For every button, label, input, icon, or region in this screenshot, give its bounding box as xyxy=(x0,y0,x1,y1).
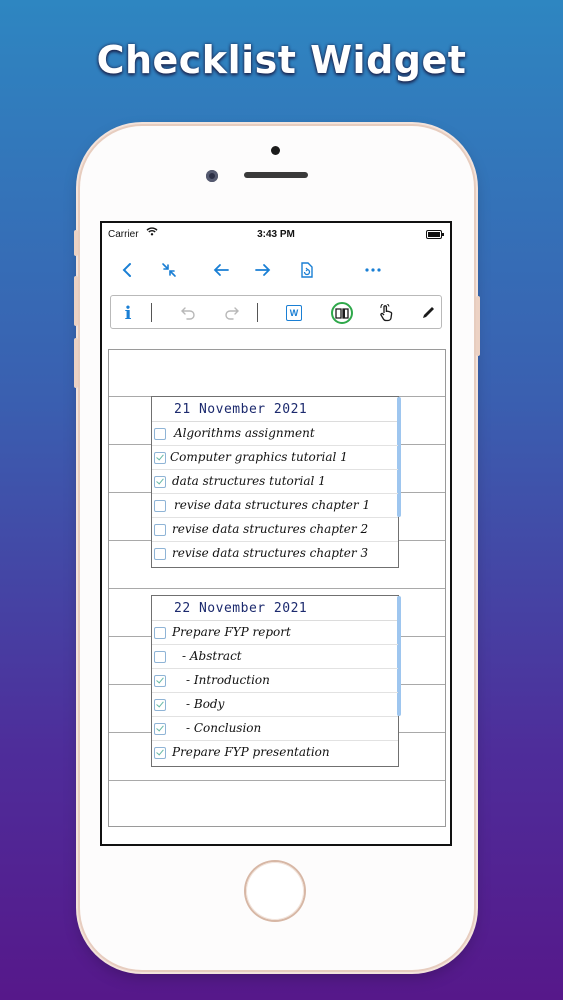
checklist-item: - Conclusion xyxy=(152,717,398,741)
checklist-item-text[interactable]: - Conclusion xyxy=(186,721,261,735)
home-button[interactable] xyxy=(246,862,304,920)
checked-checkbox[interactable] xyxy=(154,723,166,735)
arrow-right-icon[interactable] xyxy=(250,257,276,283)
checklist-item: revise data structures chapter 1 xyxy=(152,494,398,518)
notebook-page[interactable]: 21 November 2021 Algorithms assignment Co… xyxy=(108,349,446,827)
checklist-item-text[interactable]: revise data structures chapter 2 xyxy=(172,522,368,536)
checklist-item-text[interactable]: Algorithms assignment xyxy=(174,426,315,440)
checklist-item: - Abstract xyxy=(152,645,398,669)
checklist-item: Prepare FYP presentation xyxy=(152,741,398,765)
word-label: W xyxy=(286,305,302,321)
word-export-icon[interactable]: W xyxy=(281,300,307,326)
checklist-title: 21 November 2021 xyxy=(152,397,398,422)
checklist-item: Prepare FYP report xyxy=(152,621,398,645)
navigation-bar xyxy=(102,257,450,285)
hand-touch-icon[interactable] xyxy=(373,300,399,326)
checklist-item-text[interactable]: revise data structures chapter 1 xyxy=(174,498,370,512)
checklist-item-text[interactable]: revise data structures chapter 3 xyxy=(172,546,368,560)
checklist-widget[interactable]: 21 November 2021 Algorithms assignment Co… xyxy=(151,396,401,568)
mute-switch xyxy=(74,230,78,256)
checklist-item-text[interactable]: Prepare FYP presentation xyxy=(172,745,330,759)
checked-checkbox[interactable] xyxy=(154,452,166,464)
toolbar-separator xyxy=(151,303,152,322)
collapse-icon[interactable] xyxy=(156,257,182,283)
unchecked-checkbox[interactable] xyxy=(154,428,166,440)
unchecked-checkbox[interactable] xyxy=(154,548,166,560)
page-rule xyxy=(109,588,445,589)
checklist-item: data structures tutorial 1 xyxy=(152,470,398,494)
checklist-item: Computer graphics tutorial 1 xyxy=(152,446,398,470)
info-label: i xyxy=(124,302,132,324)
checklist-item-text[interactable]: Computer graphics tutorial 1 xyxy=(170,450,348,464)
proximity-sensor xyxy=(271,146,280,155)
editing-toolbar: i W xyxy=(110,295,442,329)
checklist-item-text[interactable]: - Abstract xyxy=(182,649,242,663)
screen: Carrier 3:43 PM i W 21 November 2021 Alg… xyxy=(100,221,452,846)
undo-icon[interactable] xyxy=(175,300,201,326)
document-refresh-icon[interactable] xyxy=(294,257,320,283)
unchecked-checkbox[interactable] xyxy=(154,524,166,536)
volume-down-button xyxy=(74,338,78,388)
unchecked-checkbox[interactable] xyxy=(154,651,166,663)
battery-icon xyxy=(426,230,444,239)
volume-up-button xyxy=(74,276,78,326)
unchecked-checkbox[interactable] xyxy=(154,500,166,512)
checked-checkbox[interactable] xyxy=(154,675,166,687)
toolbar-separator xyxy=(257,303,258,322)
checklist-item: revise data structures chapter 2 xyxy=(152,518,398,542)
info-icon[interactable]: i xyxy=(115,300,141,326)
power-button xyxy=(476,296,480,356)
more-icon[interactable] xyxy=(360,257,386,283)
checklist-item: - Body xyxy=(152,693,398,717)
checked-checkbox[interactable] xyxy=(154,699,166,711)
arrow-left-icon[interactable] xyxy=(208,257,234,283)
checklist-item-text[interactable]: Prepare FYP report xyxy=(172,625,291,639)
earpiece-speaker xyxy=(244,172,308,178)
back-icon[interactable] xyxy=(114,257,140,283)
checklist-item: revise data structures chapter 3 xyxy=(152,542,398,566)
checklist-item-text[interactable]: - Body xyxy=(186,697,224,711)
checklist-item: Algorithms assignment xyxy=(152,422,398,446)
checklist-title: 22 November 2021 xyxy=(152,596,398,621)
page-rule xyxy=(109,780,445,781)
checklist-item-text[interactable]: data structures tutorial 1 xyxy=(172,474,326,488)
pen-icon[interactable] xyxy=(415,300,441,326)
status-bar: Carrier 3:43 PM xyxy=(102,223,450,245)
checklist-item: - Introduction xyxy=(152,669,398,693)
reading-mode-icon[interactable] xyxy=(329,300,355,326)
headline: Checklist Widget xyxy=(96,38,467,82)
checked-checkbox[interactable] xyxy=(154,747,166,759)
checklist-item-text[interactable]: - Introduction xyxy=(186,673,270,687)
checked-checkbox[interactable] xyxy=(154,476,166,488)
front-camera xyxy=(206,170,218,182)
unchecked-checkbox[interactable] xyxy=(154,627,166,639)
checklist-widget[interactable]: 22 November 2021 Prepare FYP report - Abs… xyxy=(151,595,401,767)
status-time: 3:43 PM xyxy=(257,229,295,240)
redo-icon[interactable] xyxy=(219,300,245,326)
